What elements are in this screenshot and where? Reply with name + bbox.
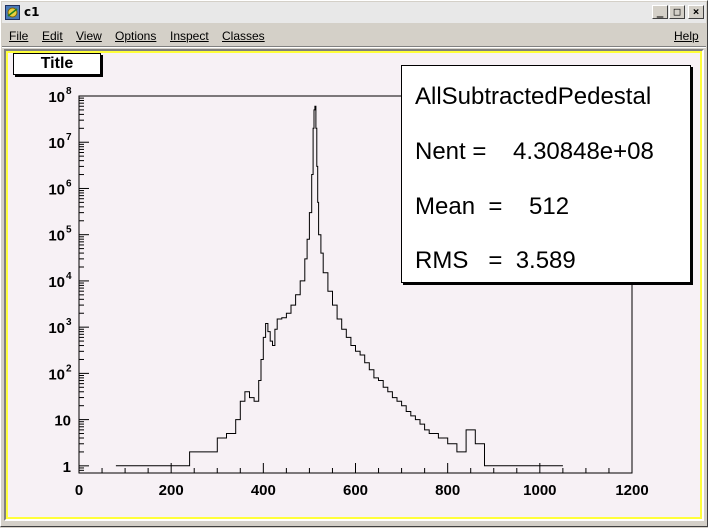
y-tick-label: 10 bbox=[48, 366, 65, 383]
y-tick-exponent: 8 bbox=[66, 86, 72, 97]
x-tick-label: 800 bbox=[435, 482, 460, 499]
y-tick-label: 10 bbox=[54, 413, 71, 430]
y-tick-exponent: 3 bbox=[66, 317, 72, 328]
histogram-title-box[interactable]: Title bbox=[13, 53, 101, 75]
root-window: c1 _ □ × File Edit View Options Inspect … bbox=[0, 0, 708, 527]
y-tick-exponent: 4 bbox=[66, 271, 72, 282]
stats-entries: Nent = 4.30848e+08 bbox=[415, 138, 654, 165]
stats-histogram-name: AllSubtractedPedestal bbox=[415, 83, 652, 110]
y-tick-label: 10 bbox=[48, 320, 65, 337]
x-tick-label: 0 bbox=[75, 482, 83, 499]
stats-mean: Mean = 512 bbox=[415, 193, 570, 220]
y-tick-exponent: 7 bbox=[66, 132, 72, 143]
x-tick-label: 400 bbox=[251, 482, 276, 499]
y-tick-label: 10 bbox=[48, 181, 65, 198]
stats-rms: RMS = 3.589 bbox=[415, 247, 576, 274]
y-tick-label: 10 bbox=[48, 135, 65, 152]
y-tick-label: 1 bbox=[63, 459, 71, 476]
y-tick-label: 10 bbox=[48, 89, 65, 106]
x-tick-label: 600 bbox=[343, 482, 368, 499]
x-tick-label: 1200 bbox=[615, 482, 648, 499]
x-tick-label: 1000 bbox=[523, 482, 556, 499]
stats-box[interactable]: AllSubtractedPedestal Nent = 4.30848e+08… bbox=[401, 65, 691, 283]
x-tick-label: 200 bbox=[159, 482, 184, 499]
y-tick-exponent: 6 bbox=[66, 178, 72, 189]
y-tick-label: 10 bbox=[48, 228, 65, 245]
y-tick-exponent: 2 bbox=[66, 363, 72, 374]
y-tick-exponent: 5 bbox=[66, 225, 72, 236]
y-tick-label: 10 bbox=[48, 274, 65, 291]
